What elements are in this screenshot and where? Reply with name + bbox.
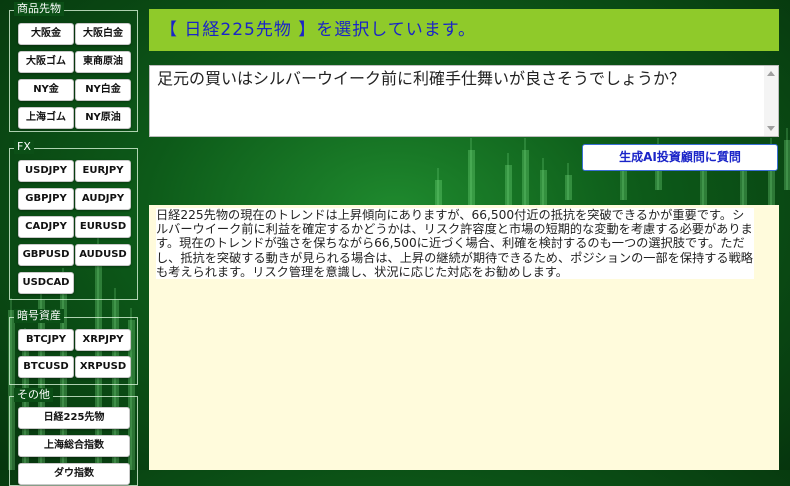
- scroll-up-arrow-icon[interactable]: [767, 71, 775, 76]
- button-osaka-gold[interactable]: 大阪金: [18, 23, 74, 45]
- background-candle-body: [784, 140, 790, 190]
- group-title-commodities: 商品先物: [14, 2, 64, 16]
- button-audjpy[interactable]: AUDJPY: [75, 188, 131, 210]
- button-audusd[interactable]: AUDUSD: [75, 244, 131, 266]
- button-usdcad[interactable]: USDCAD: [18, 272, 74, 294]
- group-title-fx: FX: [14, 140, 34, 154]
- scroll-down-arrow-icon[interactable]: [767, 126, 775, 131]
- background-candle-body: [540, 170, 547, 210]
- group-fx: FX USDJPY EURJPY GBPJPY AUDJPY CADJPY EU…: [9, 140, 138, 300]
- question-textarea[interactable]: 足元の買いはシルバーウイーク前に利確手仕舞いが良さそうでしょうか？: [149, 65, 779, 137]
- button-gbpusd[interactable]: GBPUSD: [18, 244, 74, 266]
- sidebar: 商品先物 大阪金 大阪白金 大阪ゴム 東商原油 NY金 NY白金 上海ゴム NY…: [0, 0, 142, 486]
- button-gbpjpy[interactable]: GBPJPY: [18, 188, 74, 210]
- group-crypto: 暗号資産 BTCJPY XRPJPY BTCUSD XRPUSD: [9, 309, 138, 385]
- button-ny-platinum[interactable]: NY白金: [75, 79, 131, 101]
- button-dow-index[interactable]: ダウ指数: [18, 463, 130, 485]
- button-shanghai-rubber[interactable]: 上海ゴム: [18, 107, 74, 129]
- question-scrollbar[interactable]: [764, 66, 778, 136]
- button-ny-gold[interactable]: NY金: [18, 79, 74, 101]
- button-xrpjpy[interactable]: XRPJPY: [75, 329, 131, 351]
- group-other: その他 日経225先物 上海総合指数 ダウ指数: [9, 388, 138, 486]
- button-eurjpy[interactable]: EURJPY: [75, 160, 131, 182]
- button-osaka-platinum[interactable]: 大阪白金: [75, 23, 131, 45]
- question-text: 足元の買いはシルバーウイーク前に利確手仕舞いが良さそうでしょうか？: [157, 69, 686, 88]
- button-tocom-crude[interactable]: 東商原油: [75, 51, 131, 73]
- selection-banner: 【 日経225先物 】を選択しています。: [149, 9, 779, 51]
- button-nikkei225-futures[interactable]: 日経225先物: [18, 407, 130, 429]
- button-osaka-rubber[interactable]: 大阪ゴム: [18, 51, 74, 73]
- button-btcusd[interactable]: BTCUSD: [18, 356, 74, 378]
- answer-text: 日経225先物の現在のトレンドは上昇傾向にありますが、66,500付近の抵抗を突…: [156, 208, 754, 280]
- button-btcjpy[interactable]: BTCJPY: [18, 329, 74, 351]
- button-usdjpy[interactable]: USDJPY: [18, 160, 74, 182]
- group-title-crypto: 暗号資産: [14, 309, 64, 323]
- button-ny-crude[interactable]: NY原油: [75, 107, 131, 129]
- button-cadjpy[interactable]: CADJPY: [18, 216, 74, 238]
- button-xrpusd[interactable]: XRPUSD: [75, 356, 131, 378]
- button-eurusd[interactable]: EURUSD: [75, 216, 131, 238]
- background-candle-body: [565, 175, 572, 200]
- answer-panel: 日経225先物の現在のトレンドは上昇傾向にありますが、66,500付近の抵抗を突…: [149, 205, 779, 470]
- ask-ai-advisor-button[interactable]: 生成AI投資顧問に質問: [582, 144, 778, 171]
- group-title-other: その他: [14, 388, 53, 402]
- button-shanghai-composite[interactable]: 上海総合指数: [18, 435, 130, 457]
- group-commodities: 商品先物 大阪金 大阪白金 大阪ゴム 東商原油 NY金 NY白金 上海ゴム NY…: [9, 2, 138, 132]
